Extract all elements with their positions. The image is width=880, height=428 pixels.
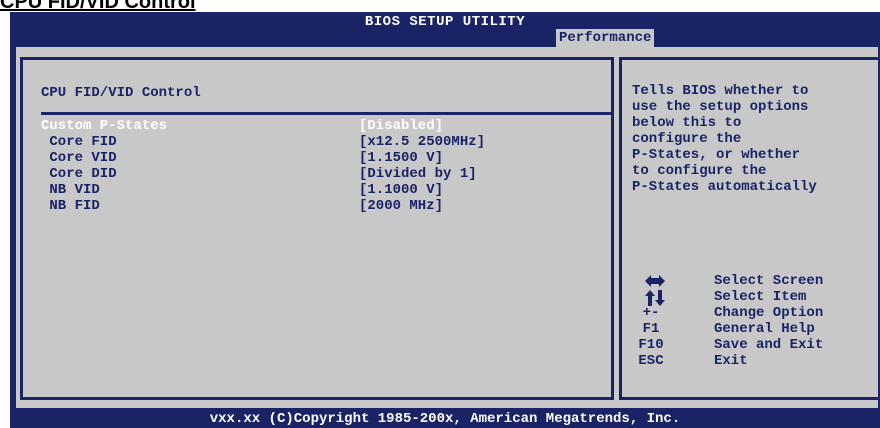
- page-caption: CPU FID/VID Control: [0, 0, 196, 13]
- key-label: +-: [642, 305, 660, 321]
- help-line: below this to: [632, 115, 742, 131]
- content-frame: CPU FID/VID Control Custom P-States [Dis…: [16, 47, 878, 408]
- key-label: ESC: [638, 353, 664, 369]
- settings-panel: CPU FID/VID Control Custom P-States [Dis…: [20, 57, 614, 400]
- core-fid-label[interactable]: Core FID: [41, 134, 116, 150]
- help-line: Tells BIOS whether to: [632, 83, 809, 99]
- key-desc: Save and Exit: [714, 337, 824, 353]
- help-line: to configure the: [632, 163, 767, 179]
- copyright-footer: vxx.xx (C)Copyright 1985-200x, American …: [209, 411, 681, 427]
- nb-vid-label[interactable]: NB VID: [41, 182, 99, 198]
- core-fid-value[interactable]: [x12.5 2500MHz]: [359, 134, 485, 150]
- section-title: CPU FID/VID Control: [41, 85, 201, 101]
- core-did-label[interactable]: Core DID: [41, 166, 116, 182]
- nb-vid-value[interactable]: [1.1000 V]: [359, 182, 443, 198]
- help-line: configure the: [632, 131, 742, 147]
- help-panel: Tells BIOS whether to use the setup opti…: [619, 57, 878, 400]
- custom-pstates-label[interactable]: Custom P-States: [41, 118, 167, 134]
- tab-performance[interactable]: Performance: [555, 28, 656, 48]
- key-desc: General Help: [714, 321, 815, 337]
- core-did-value[interactable]: [Divided by 1]: [359, 166, 477, 182]
- key-desc: Exit: [714, 353, 748, 369]
- custom-pstates-value[interactable]: [Disabled]: [359, 118, 443, 134]
- key-desc: Select Item: [714, 289, 807, 305]
- section-divider: [41, 112, 611, 115]
- key-label: F10: [638, 337, 664, 353]
- nb-fid-label[interactable]: NB FID: [41, 198, 99, 214]
- key-label: F1: [642, 321, 660, 337]
- bios-title: BIOS SETUP UTILITY: [364, 14, 526, 30]
- title-bar: BIOS SETUP UTILITY Performance: [10, 12, 880, 48]
- key-desc: Change Option: [714, 305, 824, 321]
- core-vid-label[interactable]: Core VID: [41, 150, 116, 166]
- nb-fid-value[interactable]: [2000 MHz]: [359, 198, 443, 214]
- help-line: P-States automatically: [632, 179, 817, 195]
- key-desc: Select Screen: [714, 273, 824, 289]
- core-vid-value[interactable]: [1.1500 V]: [359, 150, 443, 166]
- bios-window: BIOS SETUP UTILITY Performance CPU FID/V…: [10, 12, 880, 428]
- help-line: use the setup options: [632, 99, 809, 115]
- help-line: P-States, or whether: [632, 147, 801, 163]
- left-right-arrows-icon: [645, 275, 665, 287]
- help-text: Tells BIOS whether to use the setup opti…: [632, 83, 877, 195]
